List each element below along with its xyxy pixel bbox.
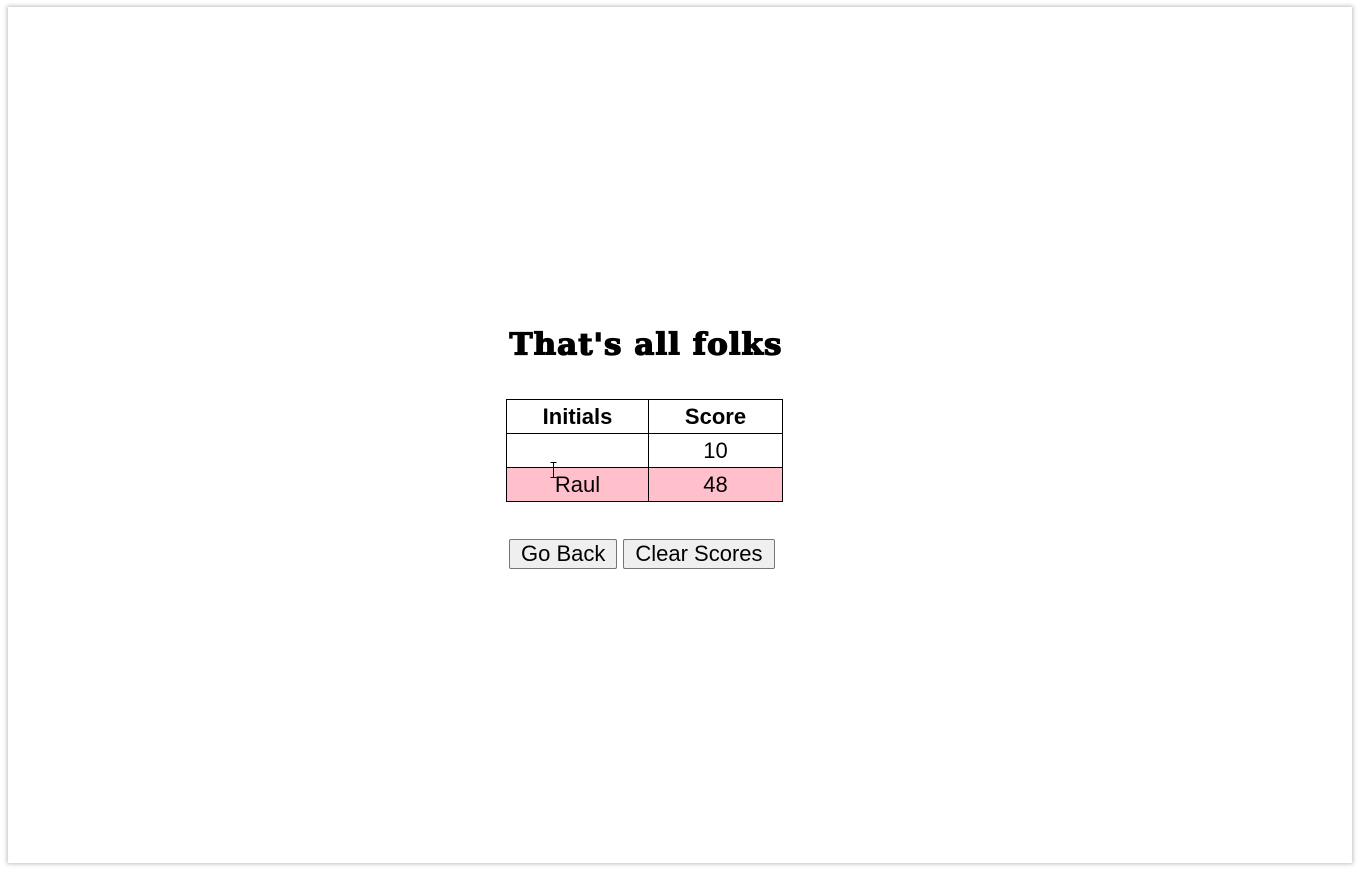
action-buttons: Go Back Clear Scores [509, 539, 775, 569]
score-cell: 48 [648, 467, 783, 502]
table-row: Raul 48 [506, 467, 783, 502]
initials-cell [506, 433, 649, 468]
table-header-row: Initials Score [506, 399, 783, 434]
page-content: That's all folks Initials Score 10 Raul … [8, 7, 1352, 863]
initials-cell: Raul [506, 467, 649, 502]
initials-column-header: Initials [506, 399, 649, 434]
highscores-table: Initials Score 10 Raul 48 [506, 399, 783, 502]
page-title: That's all folks [509, 327, 783, 363]
clear-scores-button[interactable]: Clear Scores [623, 539, 775, 569]
text-cursor-icon [550, 462, 557, 478]
score-column-header: Score [648, 399, 783, 434]
browser-viewport: That's all folks Initials Score 10 Raul … [8, 7, 1352, 863]
table-row: 10 [506, 433, 783, 468]
score-cell: 10 [648, 433, 783, 468]
go-back-button[interactable]: Go Back [509, 539, 618, 569]
